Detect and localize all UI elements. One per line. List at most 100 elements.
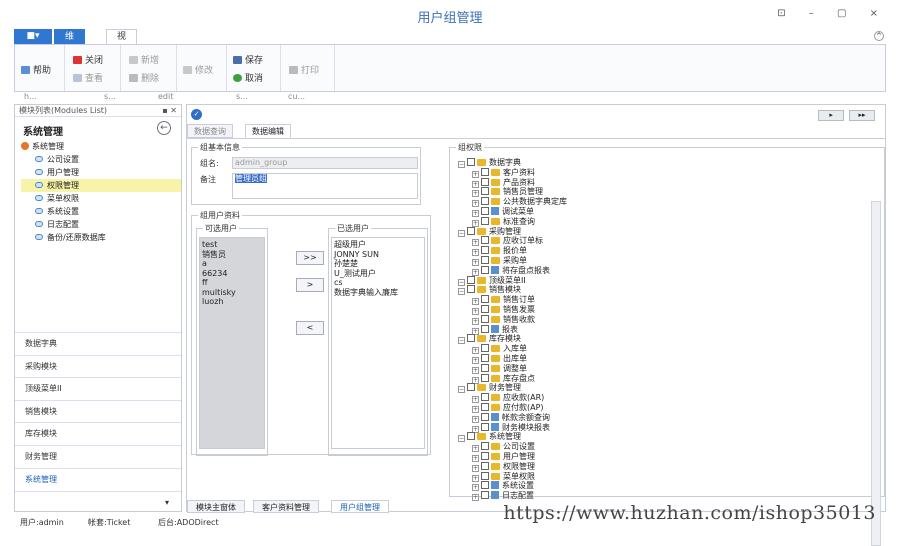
next-button[interactable]: ▸ <box>818 110 845 121</box>
permission-node[interactable]: + 报表 <box>458 324 873 335</box>
expand-toggle-icon[interactable]: + <box>472 494 479 502</box>
module-nav-expand[interactable]: ▾ <box>15 491 181 513</box>
permission-node[interactable]: + 公司设置 <box>458 442 873 453</box>
permission-checkbox[interactable] <box>481 451 489 460</box>
permission-node[interactable]: + 系统设置 <box>458 481 873 492</box>
module-tree-item[interactable]: 权限管理 <box>21 179 181 192</box>
permission-node[interactable]: + 菜单权限 <box>458 471 873 482</box>
available-user-item[interactable]: test <box>202 240 262 250</box>
module-tree-item[interactable]: 用户管理 <box>21 166 181 179</box>
permission-node[interactable]: + 调试菜单 <box>458 206 873 217</box>
selected-user-item[interactable]: 数据字典输入廉库 <box>334 288 422 298</box>
document-tab[interactable]: 模块主窗体 <box>187 500 245 513</box>
permission-node[interactable]: − 采购管理 <box>458 226 873 237</box>
permission-node[interactable]: + 调整单 <box>458 363 873 374</box>
module-nav-item[interactable]: 财务管理 <box>15 445 181 467</box>
permission-node[interactable]: + 入库单 <box>458 344 873 355</box>
print-button[interactable]: 打印 <box>289 63 319 76</box>
help-button[interactable]: 帮助 <box>21 63 51 76</box>
permission-checkbox[interactable] <box>467 226 475 235</box>
available-user-item[interactable]: 销售员 <box>202 250 262 260</box>
document-tab[interactable]: 客户资料管理 <box>253 500 319 513</box>
selected-user-item[interactable]: 超级用户 <box>334 240 422 250</box>
permission-checkbox[interactable] <box>481 373 489 382</box>
permission-checkbox[interactable] <box>481 236 489 245</box>
module-tree-item[interactable]: 菜单权限 <box>21 192 181 205</box>
permission-checkbox[interactable] <box>481 412 489 421</box>
permission-checkbox[interactable] <box>481 314 489 323</box>
available-user-item[interactable]: multisky <box>202 288 262 298</box>
tab-view[interactable]: 视图 <box>106 29 138 57</box>
view-button[interactable]: 查看 <box>73 71 103 84</box>
permission-node[interactable]: + 标准查询 <box>458 216 873 227</box>
permission-node[interactable]: + 产品资料 <box>458 177 873 188</box>
permission-node[interactable]: − 销售模块 <box>458 285 873 296</box>
module-nav-item[interactable]: 销售模块 <box>15 399 181 422</box>
collapse-ribbon-icon[interactable]: ^ <box>874 31 884 41</box>
permission-node[interactable]: − 顶级菜单II <box>458 275 873 286</box>
close-button[interactable]: 关闭 <box>73 53 103 66</box>
permission-node[interactable]: + 销售订单 <box>458 295 873 306</box>
permission-checkbox[interactable] <box>481 363 489 372</box>
module-nav-item[interactable]: 库存模块 <box>15 422 181 444</box>
permission-checkbox[interactable] <box>481 304 489 313</box>
permission-checkbox[interactable] <box>481 324 489 333</box>
permission-node[interactable]: + 帐款余额查询 <box>458 412 873 423</box>
selected-user-item[interactable]: 孙楚楚 <box>334 259 422 269</box>
permission-node[interactable]: + 库存盘点 <box>458 373 873 384</box>
add-button[interactable]: > <box>296 278 324 292</box>
module-nav-item[interactable]: 系统管理 <box>15 467 181 490</box>
permission-checkbox[interactable] <box>481 442 489 451</box>
tab-maintain[interactable]: 维护 <box>54 29 86 57</box>
permission-checkbox[interactable] <box>481 265 489 274</box>
save-button[interactable]: 保存 <box>233 53 263 66</box>
permission-node[interactable]: + 财务模块报表 <box>458 422 873 433</box>
panel-close-icon[interactable]: ▪ ✕ <box>162 105 177 117</box>
module-tree-item[interactable]: 日志配置 <box>21 218 181 231</box>
permission-node[interactable]: − 库存模块 <box>458 334 873 345</box>
permission-checkbox[interactable] <box>481 177 489 186</box>
permission-checkbox[interactable] <box>481 471 489 480</box>
permission-node[interactable]: + 采购单 <box>458 255 873 266</box>
file-menu-button[interactable]: ■▾ <box>14 29 52 44</box>
module-nav-item[interactable]: 顶级菜单II <box>15 377 181 399</box>
permission-checkbox[interactable] <box>467 285 475 294</box>
permission-node[interactable]: + 用户管理 <box>458 451 873 462</box>
module-tree-root[interactable]: 系统管理 <box>21 140 181 153</box>
selected-user-item[interactable]: JONNY SUN <box>334 250 422 260</box>
permission-node[interactable]: + 公共数据字典定库 <box>458 197 873 208</box>
module-tree-item[interactable]: 公司设置 <box>21 153 181 166</box>
back-icon[interactable]: ← <box>157 121 171 135</box>
permission-checkbox[interactable] <box>467 383 475 392</box>
add-all-button[interactable]: >> <box>296 251 324 265</box>
permission-checkbox[interactable] <box>481 402 489 411</box>
remove-button[interactable]: < <box>296 321 324 335</box>
tab-data-query[interactable]: 数据查询 <box>187 124 233 138</box>
module-nav-item[interactable]: 采购模块 <box>15 354 181 377</box>
permission-node[interactable]: + 应收订单标 <box>458 236 873 247</box>
available-user-item[interactable]: a <box>202 259 262 269</box>
available-user-item[interactable]: luozh <box>202 297 262 307</box>
permission-node[interactable]: − 财务管理 <box>458 383 873 394</box>
selected-user-item[interactable]: cs <box>334 278 422 288</box>
permission-checkbox[interactable] <box>481 481 489 490</box>
permission-node[interactable]: + 报价单 <box>458 246 873 257</box>
add-button[interactable]: 新增 <box>129 53 159 66</box>
permission-checkbox[interactable] <box>481 167 489 176</box>
module-nav-item[interactable]: 数据字典 <box>15 332 181 354</box>
permission-checkbox[interactable] <box>481 246 489 255</box>
module-tree-item[interactable]: 系统设置 <box>21 205 181 218</box>
permission-checkbox[interactable] <box>467 334 475 343</box>
permission-checkbox[interactable] <box>481 187 489 196</box>
permission-checkbox[interactable] <box>481 491 489 500</box>
group-name-field[interactable]: admin_group <box>232 157 418 169</box>
edit-button[interactable]: 修改 <box>183 63 213 76</box>
permission-node[interactable]: + 客户资料 <box>458 167 873 178</box>
permission-checkbox[interactable] <box>481 393 489 402</box>
permission-checkbox[interactable] <box>481 353 489 362</box>
module-tree-item[interactable]: 备份/还原数据库 <box>21 231 181 244</box>
permission-node[interactable]: − 数据字典 <box>458 158 873 168</box>
permission-node[interactable]: + 权限管理 <box>458 461 873 472</box>
window-controls[interactable]: ⊡ – ▢ × <box>777 8 888 19</box>
permission-checkbox[interactable] <box>467 158 475 166</box>
